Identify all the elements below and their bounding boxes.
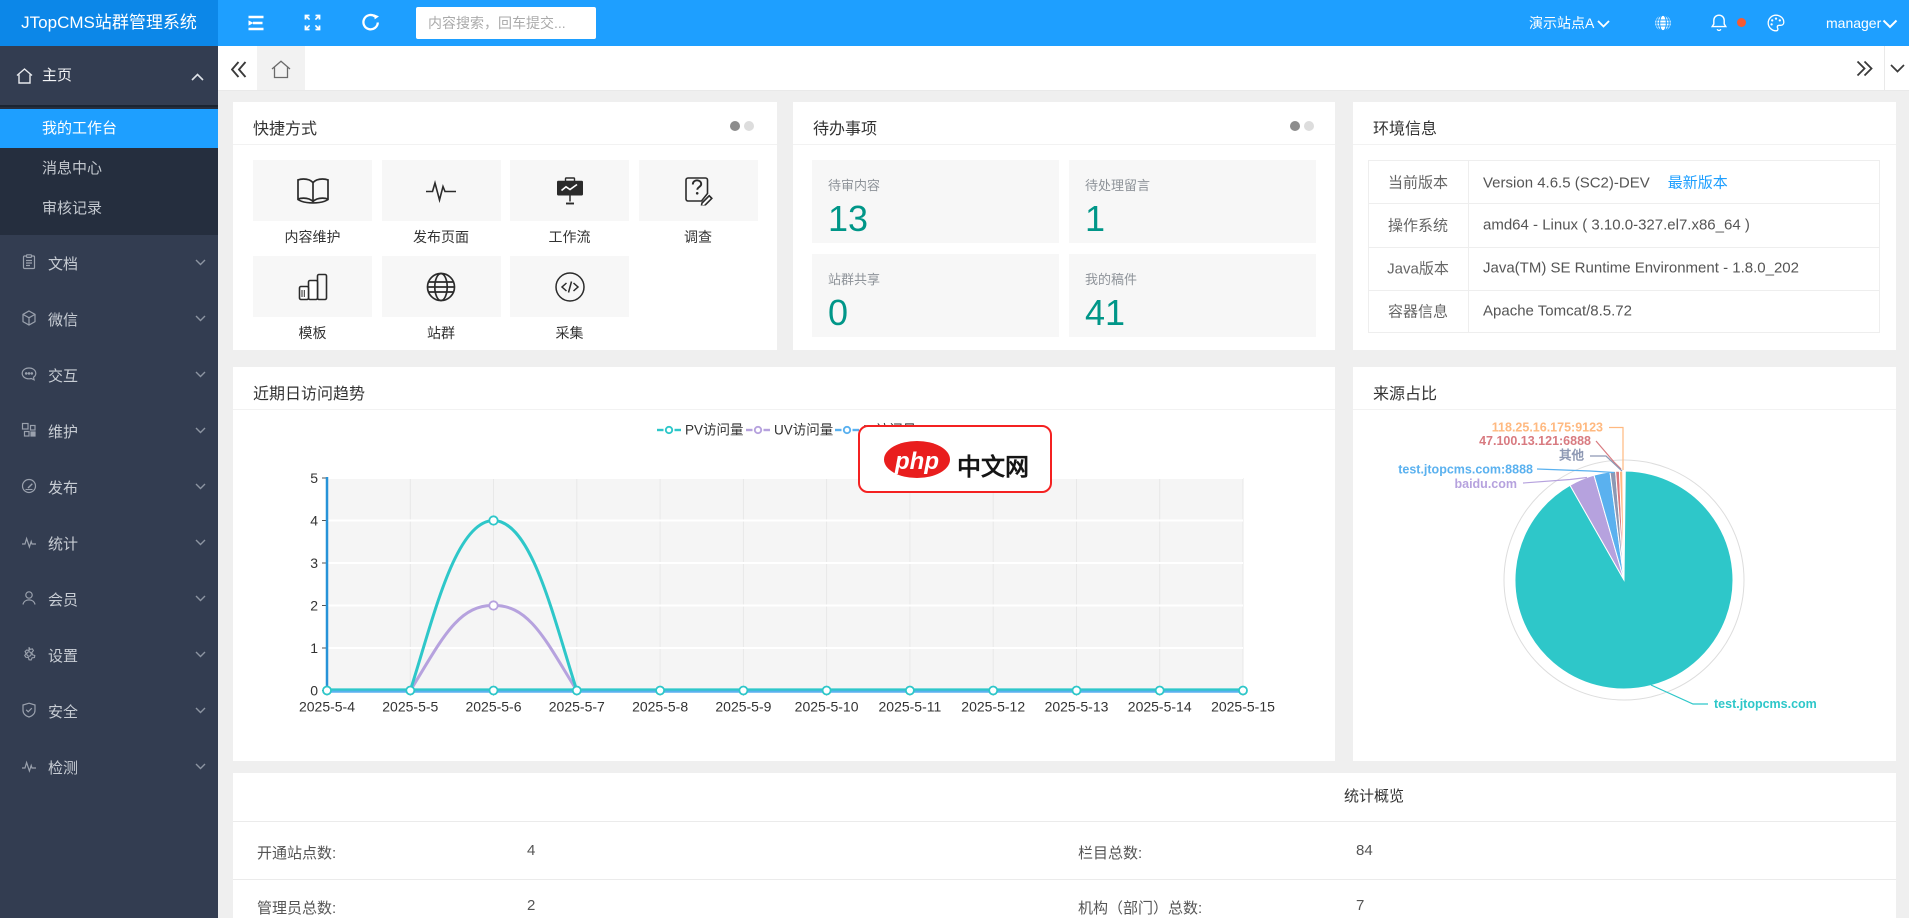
svg-text:baidu.com: baidu.com	[1454, 477, 1517, 491]
svg-text:2025-5-11: 2025-5-11	[879, 699, 942, 715]
svg-text:118.25.16.175:9123: 118.25.16.175:9123	[1492, 421, 1603, 435]
svg-text:0: 0	[310, 683, 318, 699]
svg-text:2025-5-14: 2025-5-14	[1128, 699, 1192, 715]
svg-text:47.100.13.121:6888: 47.100.13.121:6888	[1479, 434, 1591, 448]
svg-text:2: 2	[310, 598, 318, 614]
svg-text:其他: 其他	[1559, 448, 1585, 463]
svg-text:1: 1	[310, 640, 318, 656]
svg-text:2025-5-4: 2025-5-4	[299, 699, 355, 715]
svg-text:2025-5-6: 2025-5-6	[465, 699, 521, 715]
svg-text:2025-5-7: 2025-5-7	[549, 699, 605, 715]
svg-text:2025-5-12: 2025-5-12	[961, 699, 1025, 715]
svg-text:4: 4	[310, 513, 318, 529]
svg-text:2025-5-13: 2025-5-13	[1045, 699, 1109, 715]
svg-text:test.jtopcms.com: test.jtopcms.com	[1714, 697, 1817, 711]
svg-text:3: 3	[310, 555, 318, 571]
svg-text:2025-5-10: 2025-5-10	[795, 699, 859, 715]
svg-text:PV访问量: PV访问量	[685, 423, 744, 438]
svg-text:UV访问量: UV访问量	[774, 423, 833, 438]
svg-text:test.jtopcms.com:8888: test.jtopcms.com:8888	[1398, 463, 1533, 477]
svg-text:2025-5-15: 2025-5-15	[1211, 699, 1275, 715]
svg-text:5: 5	[310, 470, 318, 486]
svg-text:2025-5-8: 2025-5-8	[632, 699, 688, 715]
svg-text:2025-5-5: 2025-5-5	[382, 699, 438, 715]
svg-text:2025-5-9: 2025-5-9	[715, 699, 771, 715]
